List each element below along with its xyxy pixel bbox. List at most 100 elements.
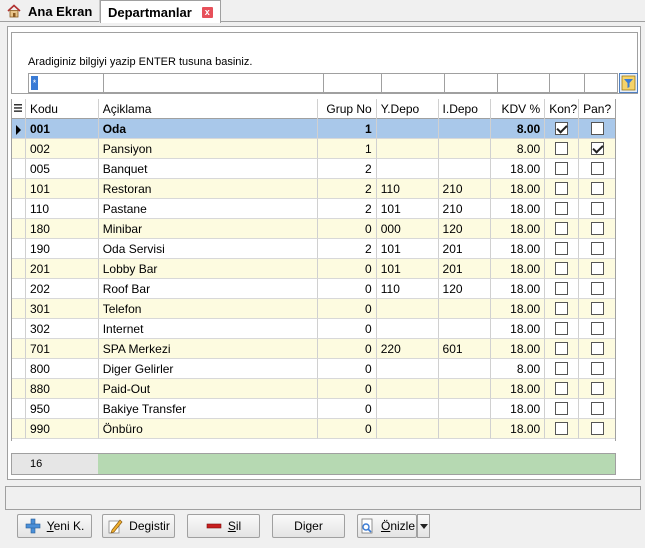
cell-i-depo[interactable]: 210 [438,179,492,199]
pan-checkbox[interactable] [590,422,604,436]
filter-grup-no[interactable] [323,73,381,93]
cell-kdv[interactable]: 18.00 [491,199,546,219]
cell-y-depo[interactable]: 000 [376,219,439,239]
table-row[interactable]: 201 Lobby Bar 0 101 201 18.00 [12,259,615,279]
cell-kdv[interactable]: 8.00 [491,139,546,159]
cell-kdv[interactable]: 18.00 [491,239,546,259]
kon-checkbox[interactable] [555,142,569,156]
cell-grup-no[interactable]: 0 [317,359,377,379]
cell-i-depo[interactable] [438,139,492,159]
table-row[interactable]: 990 Önbüro 0 18.00 [12,419,615,439]
filter-pan[interactable] [584,73,618,93]
cell-y-depo[interactable] [376,399,439,419]
table-row[interactable]: 800 Diger Gelirler 0 8.00 [12,359,615,379]
cell-kodu[interactable]: 190 [25,239,99,259]
cell-aciklama[interactable]: Restoran [98,179,318,199]
cell-grup-no[interactable]: 0 [317,319,377,339]
close-icon[interactable]: x [201,6,213,18]
kon-checkbox[interactable] [555,182,569,196]
cell-kdv[interactable]: 18.00 [491,179,546,199]
cell-y-depo[interactable]: 101 [376,259,439,279]
table-row[interactable]: 190 Oda Servisi 2 101 201 18.00 [12,239,615,259]
cell-aciklama[interactable]: Oda [98,119,318,139]
cell-kdv[interactable]: 18.00 [491,399,546,419]
print-preview-button[interactable]: Önizle [357,514,417,538]
table-row[interactable]: 302 Internet 0 18.00 [12,319,615,339]
kon-checkbox[interactable] [555,162,569,176]
cell-kdv[interactable]: 18.00 [491,419,546,439]
cell-kdv[interactable]: 18.00 [491,339,546,359]
delete-button[interactable]: Sil [187,514,260,538]
kon-checkbox[interactable] [555,382,569,396]
pan-checkbox[interactable] [590,242,604,256]
cell-aciklama[interactable]: SPA Merkezi [98,339,318,359]
cell-kodu[interactable]: 950 [25,399,99,419]
cell-kdv[interactable]: 18.00 [491,319,546,339]
cell-aciklama[interactable]: Pansiyon [98,139,318,159]
pan-checkbox[interactable] [590,222,604,236]
cell-i-depo[interactable] [438,119,492,139]
cell-kdv[interactable]: 18.00 [491,259,546,279]
col-header-i-depo[interactable]: I.Depo [439,99,492,119]
pan-checkbox[interactable] [590,142,604,156]
table-row[interactable]: 301 Telefon 0 18.00 [12,299,615,319]
cell-y-depo[interactable] [376,419,439,439]
cell-y-depo[interactable]: 110 [376,279,439,299]
kon-checkbox[interactable] [555,302,569,316]
kon-checkbox[interactable] [555,422,569,436]
cell-kodu[interactable]: 005 [25,159,99,179]
cell-aciklama[interactable]: Bakiye Transfer [98,399,318,419]
col-header-kon[interactable]: Kon? [545,99,580,119]
cell-grup-no[interactable]: 0 [317,219,377,239]
filter-kodu[interactable]: * [28,73,103,93]
pan-checkbox[interactable] [590,342,604,356]
cell-aciklama[interactable]: Paid-Out [98,379,318,399]
cell-i-depo[interactable] [438,299,492,319]
cell-aciklama[interactable]: Banquet [98,159,318,179]
cell-kodu[interactable]: 800 [25,359,99,379]
cell-i-depo[interactable]: 120 [438,219,492,239]
pan-checkbox[interactable] [590,162,604,176]
cell-aciklama[interactable]: Telefon [98,299,318,319]
cell-aciklama[interactable]: Minibar [98,219,318,239]
table-row[interactable]: 880 Paid-Out 0 18.00 [12,379,615,399]
column-chooser-icon[interactable] [12,99,26,119]
cell-aciklama[interactable]: Roof Bar [98,279,318,299]
cell-grup-no[interactable]: 1 [317,119,377,139]
cell-i-depo[interactable]: 201 [438,259,492,279]
cell-y-depo[interactable] [376,119,439,139]
filter-kon[interactable] [549,73,584,93]
kon-checkbox[interactable] [555,342,569,356]
filter-aciklama[interactable] [103,73,323,93]
pan-checkbox[interactable] [590,382,604,396]
cell-y-depo[interactable] [376,359,439,379]
cell-kodu[interactable]: 201 [25,259,99,279]
col-header-y-depo[interactable]: Y.Depo [377,99,439,119]
cell-grup-no[interactable]: 1 [317,139,377,159]
cell-kdv[interactable]: 18.00 [491,159,546,179]
pan-checkbox[interactable] [590,302,604,316]
cell-y-depo[interactable] [376,379,439,399]
col-header-kdv[interactable]: KDV % [491,99,546,119]
col-header-grup-no[interactable]: Grup No [318,99,377,119]
cell-y-depo[interactable] [376,299,439,319]
cell-kodu[interactable]: 880 [25,379,99,399]
cell-kdv[interactable]: 18.00 [491,219,546,239]
cell-i-depo[interactable] [438,359,492,379]
kon-checkbox[interactable] [555,322,569,336]
cell-aciklama[interactable]: Pastane [98,199,318,219]
cell-aciklama[interactable]: Lobby Bar [98,259,318,279]
table-row[interactable]: 005 Banquet 2 18.00 [12,159,615,179]
table-row[interactable]: 202 Roof Bar 0 110 120 18.00 [12,279,615,299]
cell-i-depo[interactable] [438,419,492,439]
kon-checkbox[interactable] [555,402,569,416]
pan-checkbox[interactable] [590,282,604,296]
cell-y-depo[interactable]: 110 [376,179,439,199]
kon-checkbox[interactable] [555,222,569,236]
new-record-button[interactable]: Yeni K. [17,514,92,538]
pan-checkbox[interactable] [590,262,604,276]
table-row[interactable]: 001 Oda 1 8.00 [12,119,615,139]
tab-departmanlar[interactable]: Departmanlar x [100,0,221,23]
cell-i-depo[interactable] [438,319,492,339]
pan-checkbox[interactable] [590,402,604,416]
